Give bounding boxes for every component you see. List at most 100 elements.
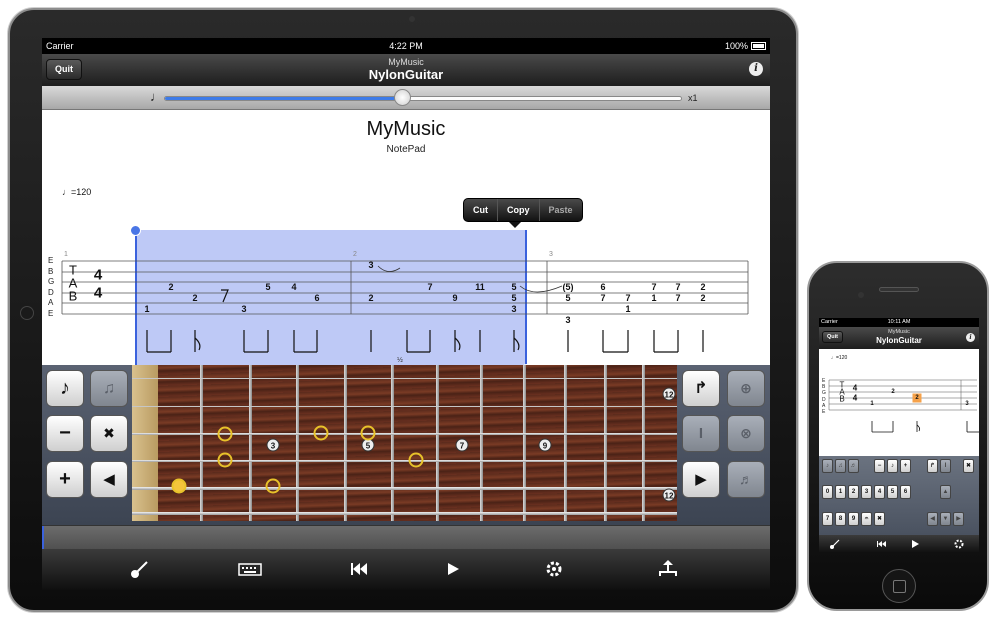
tempo-slider[interactable]	[164, 96, 682, 101]
tab-note[interactable]: 3	[565, 315, 570, 325]
note-position-ring[interactable]	[408, 452, 424, 468]
add-note-button[interactable]: ⊕	[727, 370, 765, 407]
rewind-icon[interactable]	[876, 538, 888, 550]
paste-menu-item[interactable]: Paste	[540, 199, 582, 221]
tab-note[interactable]: 1	[651, 293, 656, 303]
tab-note[interactable]: 3	[368, 260, 373, 270]
copy-menu-item[interactable]: Copy	[498, 199, 540, 221]
tab-note[interactable]: 3	[511, 304, 516, 314]
beam-key[interactable]: ♫	[835, 459, 846, 473]
plus-key[interactable]: +	[900, 459, 911, 473]
tab-note[interactable]: 7	[675, 282, 680, 292]
digit-key[interactable]: 3	[861, 485, 872, 499]
bend-button[interactable]: ↱	[682, 370, 720, 407]
fretboard[interactable]	[132, 365, 677, 521]
digit-key[interactable]: 5	[887, 485, 898, 499]
tab-note[interactable]: 2	[891, 389, 894, 395]
note-position-ring[interactable]	[217, 426, 233, 442]
plus-button[interactable]: +	[46, 461, 84, 498]
note-duration-key[interactable]: ♪	[822, 459, 833, 473]
selected-tab-note[interactable]: 2	[915, 395, 918, 401]
tempo-slider-knob[interactable]	[394, 89, 412, 106]
tab-note[interactable]: (5)	[563, 282, 574, 292]
digit-key[interactable]: 7	[822, 512, 833, 526]
cut-menu-item[interactable]: Cut	[464, 199, 498, 221]
rewind-icon[interactable]	[346, 558, 370, 580]
note-duration-button[interactable]: ♪	[46, 370, 84, 407]
keyboard-icon[interactable]	[238, 558, 262, 580]
tab-note[interactable]: 5	[265, 282, 270, 292]
minus-key[interactable]: −	[874, 459, 885, 473]
guitar-icon[interactable]	[829, 538, 841, 550]
digit-key[interactable]: 0	[822, 485, 833, 499]
home-button[interactable]	[20, 306, 34, 320]
tab-note[interactable]: 2	[168, 282, 173, 292]
note-position-ring[interactable]	[217, 452, 233, 468]
note-position-ring[interactable]	[313, 425, 329, 441]
beam-notes-button[interactable]: ♫	[90, 370, 128, 407]
score-area[interactable]: MyMusic NotePad ♩=120 E B G D A E T A B …	[42, 110, 770, 375]
cursor-left-button[interactable]: ◀	[90, 461, 128, 498]
share-icon[interactable]	[656, 558, 680, 580]
play-icon[interactable]	[440, 558, 464, 580]
iphone-score-area[interactable]: ♩=120 E B G D A E T A B 4 4 1 2 2 3	[819, 349, 979, 456]
info-button[interactable]: i	[966, 333, 975, 342]
tab-note[interactable]: 1	[144, 304, 149, 314]
play-icon[interactable]	[909, 538, 921, 550]
minus-button[interactable]: −	[46, 415, 84, 452]
cursor-right-button[interactable]: ▶	[682, 461, 720, 498]
home-button[interactable]	[882, 569, 916, 603]
shuffle-key[interactable]: ✖	[874, 512, 885, 526]
tab-note[interactable]: 6	[314, 293, 319, 303]
playback-progress[interactable]	[42, 525, 770, 550]
delete-key[interactable]: ✖	[963, 459, 974, 473]
info-button[interactable]: i	[749, 62, 763, 76]
digit-key[interactable]: 6	[900, 485, 911, 499]
selected-note-position[interactable]	[171, 478, 187, 494]
tab-note[interactable]: 9	[452, 293, 457, 303]
tab-note[interactable]: 7	[600, 293, 605, 303]
tab-note[interactable]: 5	[511, 282, 516, 292]
tab-note[interactable]: 3	[965, 401, 968, 407]
delete-note-button[interactable]: ⊗	[727, 415, 765, 452]
tab-note[interactable]: 3	[241, 304, 246, 314]
tab-note[interactable]: 5	[511, 293, 516, 303]
tab-note[interactable]: 7	[625, 293, 630, 303]
up-arrow-key[interactable]: ▲	[940, 485, 951, 499]
guitar-icon[interactable]	[128, 558, 152, 580]
bar-line-button[interactable]: I	[682, 415, 720, 452]
sixteenth-notes-button[interactable]: ♬	[727, 461, 765, 498]
digit-key[interactable]: 8	[835, 512, 846, 526]
right-arrow-key[interactable]: ▶	[953, 512, 964, 526]
tab-note[interactable]: 2	[700, 282, 705, 292]
digit-key[interactable]: 9	[848, 512, 859, 526]
tab-note[interactable]: 11	[475, 282, 485, 292]
chord-key[interactable]: ♬	[848, 459, 859, 473]
shuffle-icon[interactable]: ✖	[90, 415, 128, 452]
digit-key[interactable]: 1	[835, 485, 846, 499]
tab-note[interactable]: 4	[291, 282, 296, 292]
fermata-key[interactable]: 𝄐	[861, 512, 872, 526]
down-arrow-key[interactable]: ▼	[940, 512, 951, 526]
tab-note[interactable]: 7	[427, 282, 432, 292]
tab-note[interactable]: 1	[870, 401, 873, 407]
tab-note[interactable]: 7	[675, 293, 680, 303]
tab-note[interactable]: 2	[700, 293, 705, 303]
note-position-ring[interactable]	[265, 478, 281, 494]
left-arrow-key[interactable]: ◀	[927, 512, 938, 526]
tab-note[interactable]: 2	[368, 293, 373, 303]
playback-cursor[interactable]	[42, 526, 44, 550]
note-key[interactable]: ♪	[887, 459, 898, 473]
digit-key[interactable]: 2	[848, 485, 859, 499]
tab-note[interactable]: 2	[192, 293, 197, 303]
tab-note[interactable]: 5	[565, 293, 570, 303]
tab-note[interactable]: 6	[600, 282, 605, 292]
bend-key[interactable]: ↱	[927, 459, 938, 473]
note-position-ring[interactable]	[360, 425, 376, 441]
digit-key[interactable]: 4	[874, 485, 885, 499]
tab-note[interactable]: 1	[625, 304, 630, 314]
settings-icon[interactable]	[953, 538, 965, 550]
tab-note[interactable]: 7	[651, 282, 656, 292]
settings-icon[interactable]	[542, 558, 566, 580]
bar-key[interactable]: I	[940, 459, 951, 473]
